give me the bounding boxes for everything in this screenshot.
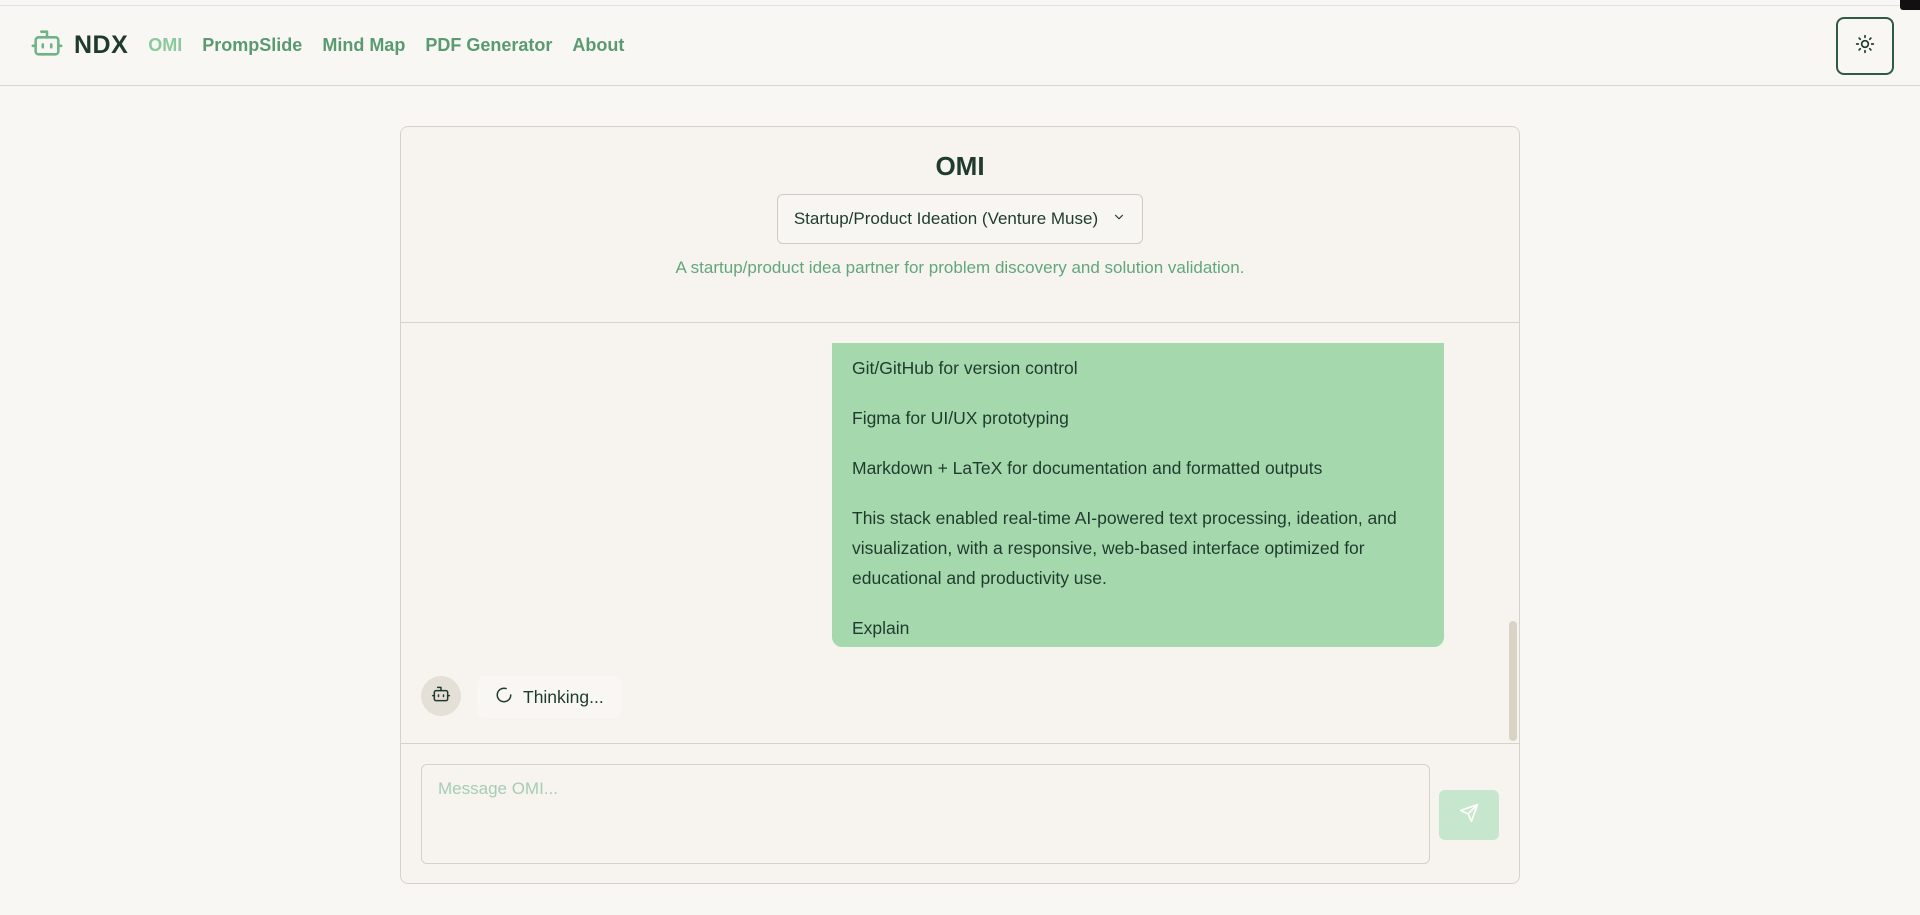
- message-input[interactable]: [421, 764, 1430, 864]
- thinking-indicator: Thinking...: [477, 676, 622, 718]
- chevron-down-icon: [1112, 209, 1126, 229]
- mode-select[interactable]: Startup/Product Ideation (Venture Muse): [776, 194, 1144, 244]
- theme-toggle-button[interactable]: [1836, 17, 1894, 75]
- spinner-icon: [495, 686, 513, 709]
- nav-item-mind-map[interactable]: Mind Map: [322, 35, 405, 56]
- assistant-avatar: [421, 676, 461, 716]
- message-paragraph: Markdown + LaTeX for documentation and f…: [852, 458, 1323, 478]
- brand-name: NDX: [74, 31, 129, 59]
- nav-item-prompslide[interactable]: PrompSlide: [202, 35, 302, 56]
- nav-item-omi[interactable]: OMI: [148, 35, 182, 56]
- chat-title: OMI: [935, 151, 985, 181]
- message-composer: [401, 743, 1519, 883]
- main-nav: OMI PrompSlide Mind Map PDF Generator Ab…: [148, 35, 624, 56]
- message-paragraph: Figma for UI/UX prototyping: [852, 408, 1069, 428]
- message-paragraph: This stack enabled real-time AI-powered …: [852, 508, 1397, 588]
- message-paragraph: Explain: [852, 618, 910, 638]
- mode-description: A startup/product idea partner for probl…: [675, 258, 1245, 277]
- robot-icon: [30, 26, 64, 65]
- user-message-bubble: Git/GitHub for version control Figma for…: [832, 343, 1444, 647]
- nav-item-about[interactable]: About: [572, 35, 624, 56]
- message-list[interactable]: Git/GitHub for version control Figma for…: [401, 323, 1519, 743]
- top-navbar: NDX OMI PrompSlide Mind Map PDF Generato…: [0, 6, 1920, 86]
- sun-icon: [1855, 34, 1875, 59]
- chat-card: OMI Startup/Product Ideation (Venture Mu…: [400, 126, 1520, 884]
- thinking-text: Thinking...: [523, 686, 604, 707]
- brand-logo[interactable]: NDX: [30, 26, 128, 65]
- chat-scrollbar[interactable]: [1509, 621, 1517, 741]
- robot-icon: [431, 684, 451, 709]
- message-paragraph: Git/GitHub for version control: [852, 358, 1078, 378]
- send-button[interactable]: [1439, 790, 1499, 840]
- chat-header: OMI Startup/Product Ideation (Venture Mu…: [401, 127, 1519, 323]
- mode-select-value: Startup/Product Ideation (Venture Muse): [793, 209, 1099, 228]
- nav-item-pdf-generator[interactable]: PDF Generator: [425, 35, 552, 56]
- send-icon: [1459, 803, 1479, 828]
